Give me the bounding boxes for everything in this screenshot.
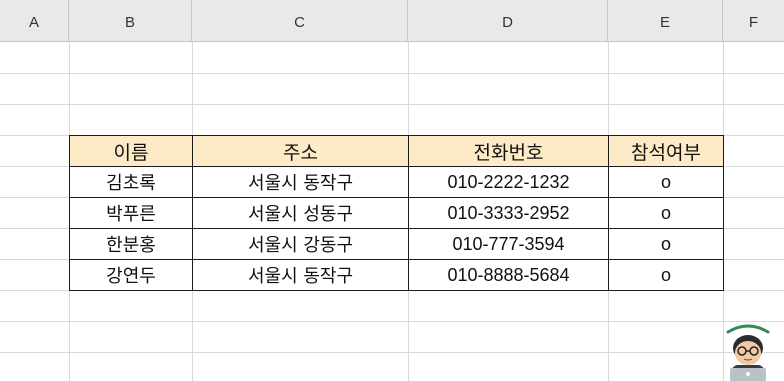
header-cell-name[interactable]: 이름 [69, 135, 193, 167]
cell-name[interactable]: 한분홍 [69, 228, 193, 260]
table-row: 한분홍 서울시 강동구 010-777-3594 o [69, 228, 724, 260]
cell-address[interactable]: 서울시 강동구 [192, 228, 409, 260]
table-row: 강연두 서울시 동작구 010-8888-5684 o [69, 259, 724, 291]
column-header-c[interactable]: C [192, 0, 408, 41]
cell-address[interactable]: 서울시 동작구 [192, 166, 409, 198]
spreadsheet-sheet[interactable]: A B C D E F 이름 주소 전화번호 참석여부 김초록 서울시 동작구 … [0, 0, 784, 381]
header-cell-attendance[interactable]: 참석여부 [608, 135, 724, 167]
person-with-laptop-icon [726, 324, 770, 381]
column-header-row: A B C D E F [0, 0, 784, 42]
column-header-d[interactable]: D [408, 0, 608, 41]
cell-name[interactable]: 박푸른 [69, 197, 193, 229]
cell-address[interactable]: 서울시 성동구 [192, 197, 409, 229]
cell-name[interactable]: 김초록 [69, 166, 193, 198]
cell-name[interactable]: 강연두 [69, 259, 193, 291]
attendee-table: 이름 주소 전화번호 참석여부 김초록 서울시 동작구 010-2222-123… [69, 135, 724, 291]
cell-phone[interactable]: 010-3333-2952 [408, 197, 609, 229]
header-cell-address[interactable]: 주소 [192, 135, 409, 167]
table-row: 김초록 서울시 동작구 010-2222-1232 o [69, 166, 724, 198]
cell-phone[interactable]: 010-2222-1232 [408, 166, 609, 198]
cell-phone[interactable]: 010-8888-5684 [408, 259, 609, 291]
column-header-a[interactable]: A [0, 0, 69, 41]
table-header-row: 이름 주소 전화번호 참석여부 [69, 135, 724, 167]
gridline-horizontal [0, 352, 784, 353]
gridline-horizontal [0, 321, 784, 322]
cell-phone[interactable]: 010-777-3594 [408, 228, 609, 260]
gridline-horizontal [0, 73, 784, 74]
table-row: 박푸른 서울시 성동구 010-3333-2952 o [69, 197, 724, 229]
column-header-f[interactable]: F [723, 0, 784, 41]
header-cell-phone[interactable]: 전화번호 [408, 135, 609, 167]
column-header-e[interactable]: E [608, 0, 723, 41]
cell-attendance[interactable]: o [608, 166, 724, 198]
gridline-horizontal [0, 104, 784, 105]
cell-address[interactable]: 서울시 동작구 [192, 259, 409, 291]
cell-attendance[interactable]: o [608, 197, 724, 229]
cell-attendance[interactable]: o [608, 228, 724, 260]
cell-attendance[interactable]: o [608, 259, 724, 291]
column-header-b[interactable]: B [69, 0, 192, 41]
